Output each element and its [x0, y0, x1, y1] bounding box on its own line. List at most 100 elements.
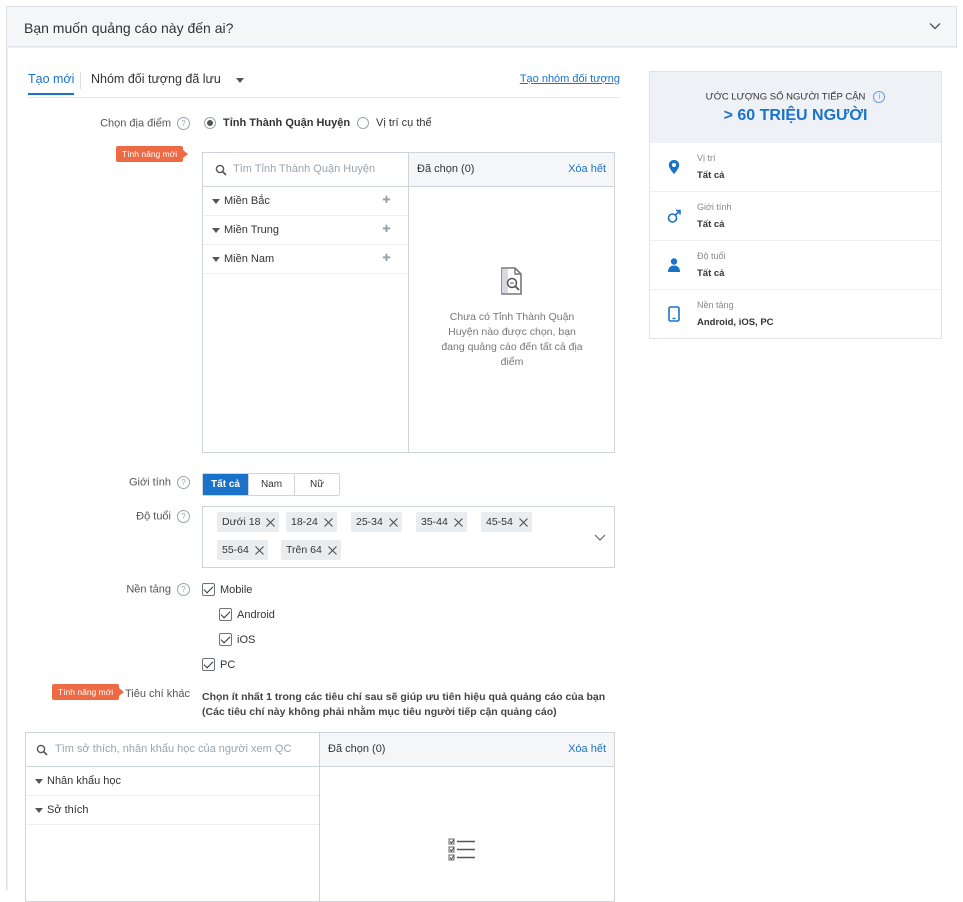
- person-icon: [668, 258, 680, 272]
- selected-header: Đã chọn (0) Xóa hết: [320, 733, 614, 767]
- add-icon[interactable]: ✚: [381, 253, 392, 264]
- search-icon: [215, 164, 227, 176]
- reach-row-gender: Giới tính Tất cả: [650, 192, 941, 241]
- radio-dot-selected[interactable]: [204, 117, 216, 129]
- tab-divider: [80, 72, 81, 89]
- region-label: Miền Bắc: [224, 195, 270, 207]
- gender-option-all[interactable]: Tất cả: [203, 474, 249, 495]
- location-picker: Tìm Tỉnh Thành Quận Huyện Miền Bắc ✚ Miề…: [202, 152, 615, 453]
- region-item-mien-bac[interactable]: Miền Bắc ✚: [203, 187, 408, 216]
- age-chip[interactable]: 25-34: [351, 512, 402, 532]
- gender-label: Giới tính?: [58, 476, 190, 489]
- checkbox-checked[interactable]: [202, 583, 215, 596]
- region-label: Miền Trung: [224, 224, 280, 236]
- caret-down-icon[interactable]: [35, 779, 43, 784]
- interest-search-placeholder: Tìm sở thích, nhân khẩu học của người xe…: [55, 743, 292, 755]
- close-icon[interactable]: [453, 517, 463, 527]
- search-icon: [36, 744, 48, 756]
- audience-tabs: Tạo mới Nhóm đối tượng đã lưu Tạo nhóm đ…: [28, 68, 620, 98]
- reach-estimate-card: ƯỚC LƯỢNG SỐ NGƯỜI TIẾP CẬN i > 60 TRIỆU …: [649, 71, 942, 339]
- criteria-description-line2: (Các tiêu chí này không phải nhằm mục ti…: [202, 706, 557, 718]
- checkbox-checked[interactable]: [219, 633, 232, 646]
- age-chip-label: 35-44: [421, 516, 448, 528]
- reach-row-location: Vị trí Tất cả: [650, 143, 941, 192]
- close-icon[interactable]: [266, 517, 276, 527]
- reach-estimate-title-text: ƯỚC LƯỢNG SỐ NGƯỜI TIẾP CẬN: [705, 91, 866, 103]
- reach-estimate-header: ƯỚC LƯỢNG SỐ NGƯỜI TIẾP CẬN i > 60 TRIỆU …: [650, 72, 941, 143]
- panel-content: Tạo mới Nhóm đối tượng đã lưu Tạo nhóm đ…: [8, 48, 957, 902]
- caret-down-icon[interactable]: [212, 228, 220, 233]
- reach-row-key: Vị trí: [697, 153, 716, 163]
- checkbox-pc[interactable]: PC: [202, 658, 235, 671]
- age-chip-label: 55-64: [222, 544, 249, 556]
- age-chip[interactable]: 35-44: [416, 512, 467, 532]
- help-icon[interactable]: ?: [177, 476, 190, 489]
- close-icon[interactable]: [323, 517, 333, 527]
- selected-count: Đã chọn (0): [328, 743, 386, 755]
- chevron-down-icon[interactable]: [928, 19, 942, 33]
- radio-specific-location[interactable]: Vị trí cụ thể: [357, 117, 432, 129]
- interest-group-label: Sở thích: [47, 804, 89, 816]
- region-item-mien-trung[interactable]: Miền Trung ✚: [203, 216, 408, 245]
- close-icon[interactable]: [254, 545, 264, 555]
- location-search-input[interactable]: Tìm Tỉnh Thành Quận Huyện: [203, 153, 408, 187]
- tab-saved-audiences[interactable]: Nhóm đối tượng đã lưu: [91, 72, 221, 86]
- caret-down-icon[interactable]: [35, 808, 43, 813]
- age-label-text: Độ tuổi: [136, 510, 171, 523]
- tab-new[interactable]: Tạo mới: [28, 72, 75, 95]
- caret-down-icon[interactable]: [212, 257, 220, 262]
- age-chip[interactable]: 45-54: [481, 512, 532, 532]
- clear-all-button[interactable]: Xóa hết: [568, 163, 606, 175]
- panel-header[interactable]: Bạn muốn quảng cáo này đến ai?: [7, 7, 956, 47]
- reach-row-age: Độ tuổi Tất cả: [650, 241, 941, 290]
- checkbox-checked[interactable]: [219, 608, 232, 621]
- checkbox-label: Android: [237, 608, 275, 621]
- reach-estimate-value: > 60 TRIỆU NGƯỜI: [723, 107, 868, 124]
- gender-selector: Tất cả Nam Nữ: [202, 473, 340, 496]
- checkbox-mobile[interactable]: Mobile: [202, 583, 252, 596]
- region-label: Miền Nam: [224, 253, 275, 265]
- age-chip[interactable]: 18-24: [286, 512, 337, 532]
- caret-down-icon[interactable]: [236, 78, 244, 83]
- close-icon[interactable]: [518, 517, 528, 527]
- chevron-down-icon[interactable]: [594, 531, 606, 543]
- gender-label-text: Giới tính: [128, 476, 171, 489]
- create-audience-link[interactable]: Tạo nhóm đối tượng: [520, 73, 620, 85]
- interest-group-hobbies[interactable]: Sở thích: [26, 796, 319, 825]
- radio-dot[interactable]: [357, 117, 369, 129]
- checkbox-label: iOS: [237, 633, 256, 646]
- location-label: Chọn địa điểm?: [58, 117, 190, 130]
- gender-option-male[interactable]: Nam: [249, 474, 295, 495]
- checkbox-label: Mobile: [220, 583, 253, 596]
- checkbox-android[interactable]: Android: [219, 608, 275, 621]
- age-multiselect[interactable]: Dưới 18 18-24 25-34 35-44 45-54 55-64 Tr…: [202, 506, 615, 568]
- gender-option-female[interactable]: Nữ: [295, 474, 339, 495]
- info-icon[interactable]: i: [873, 91, 886, 103]
- add-icon[interactable]: ✚: [381, 224, 392, 235]
- location-label-text: Chọn địa điểm: [100, 117, 171, 130]
- interest-search-input[interactable]: Tìm sở thích, nhân khẩu học của người xe…: [26, 733, 319, 767]
- radio-specific-label: Vị trí cụ thể: [376, 117, 432, 129]
- age-chip-label: 45-54: [486, 516, 513, 528]
- region-item-mien-nam[interactable]: Miền Nam ✚: [203, 245, 408, 274]
- location-selected-pane: Đã chọn (0) Xóa hết Chưa có Tỉnh Thành Q…: [409, 153, 614, 452]
- clear-all-button[interactable]: Xóa hết: [568, 743, 606, 755]
- document-search-icon: [501, 267, 522, 295]
- radio-province[interactable]: Tỉnh Thành Quận Huyện: [204, 117, 350, 129]
- help-icon[interactable]: ?: [177, 510, 190, 523]
- close-icon[interactable]: [327, 545, 337, 555]
- close-icon[interactable]: [388, 517, 398, 527]
- add-icon[interactable]: ✚: [381, 195, 392, 206]
- interest-group-demographics[interactable]: Nhân khẩu học: [26, 767, 319, 796]
- checkbox-checked[interactable]: [202, 658, 215, 671]
- new-feature-badge: Tính năng mới: [116, 146, 189, 162]
- help-icon[interactable]: ?: [177, 583, 190, 596]
- reach-row-value: Android, iOS, PC: [697, 317, 774, 328]
- checkbox-ios[interactable]: iOS: [219, 633, 255, 646]
- interest-list-pane: Tìm sở thích, nhân khẩu học của người xe…: [26, 733, 320, 901]
- age-chip[interactable]: Dưới 18: [217, 512, 280, 532]
- age-chip[interactable]: 55-64: [217, 540, 268, 560]
- caret-down-icon[interactable]: [212, 199, 220, 204]
- help-icon[interactable]: ?: [177, 117, 190, 130]
- age-chip[interactable]: Trên 64: [281, 540, 341, 560]
